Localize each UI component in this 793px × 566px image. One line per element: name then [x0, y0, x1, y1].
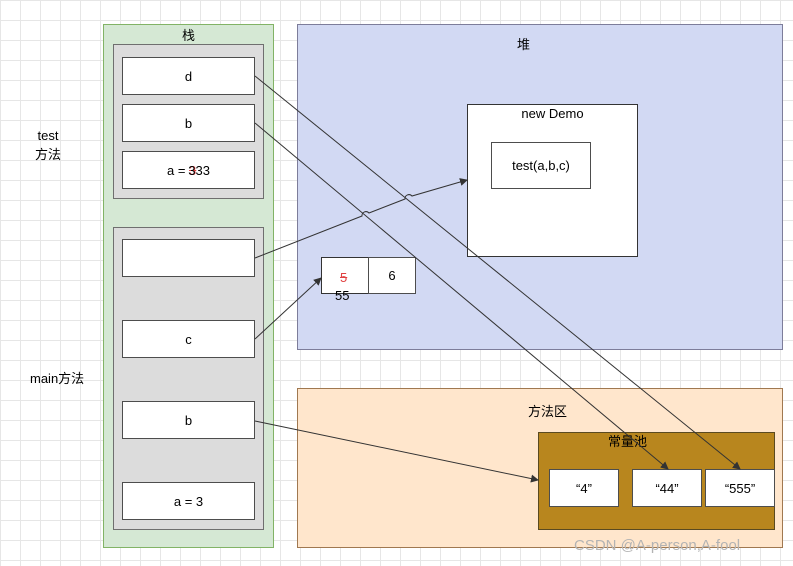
arrow-b-main-to-4 — [254, 420, 539, 483]
watermark: CSDN @A-person,A-fool — [574, 537, 741, 554]
arrow-c-to-array — [254, 277, 322, 340]
arrow-b-test-to-44 — [254, 122, 669, 470]
arrow-d-to-555 — [254, 75, 741, 470]
arrow-ref-to-demo — [254, 178, 468, 259]
reference-arrows — [254, 75, 741, 483]
